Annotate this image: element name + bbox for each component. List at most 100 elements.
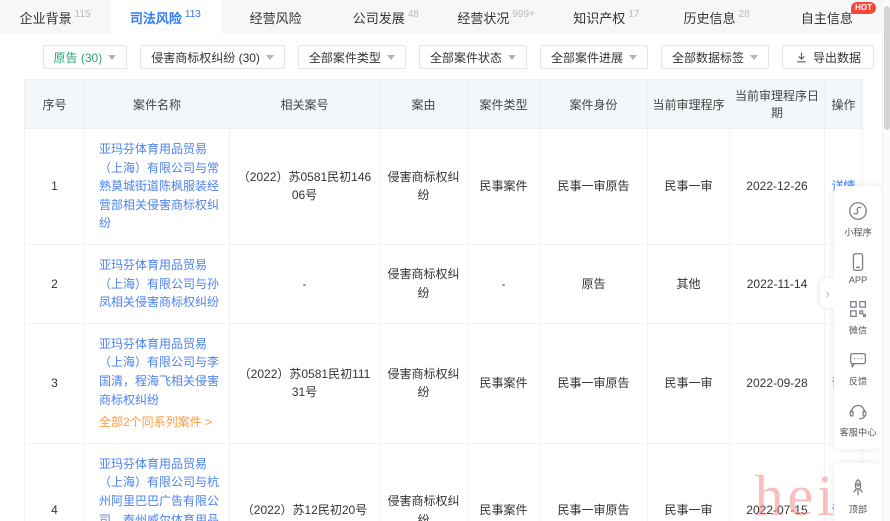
chevron-down-icon bbox=[750, 55, 758, 60]
identity-text: 原告 bbox=[581, 277, 605, 291]
toolbar-item-小程序[interactable]: 小程序 bbox=[834, 194, 882, 245]
tab-label: 公司发展 bbox=[353, 8, 405, 27]
table-row: 1 亚玛芬体育用品贸易（上海）有限公司与常熟莫城街道陈枫服装经营部相关侵害商标权… bbox=[25, 129, 863, 245]
chevron-down-icon bbox=[629, 55, 637, 60]
table-row: 3 亚玛芬体育用品贸易（上海）有限公司与李国清，程海飞相关侵害商标权纠纷 全部2… bbox=[25, 323, 863, 443]
toolbar-item-label: 顶部 bbox=[849, 502, 867, 516]
case-name-link[interactable]: 亚玛芬体育用品贸易（上海）有限公司与李国清，程海飞相关侵害商标权纠纷 bbox=[99, 337, 219, 407]
tab-operating-status[interactable]: 经营状况 999+ bbox=[441, 0, 551, 34]
cell-case-name: 亚玛芬体育用品贸易（上海）有限公司与李国清，程海飞相关侵害商标权纠纷 全部2个同… bbox=[85, 323, 230, 443]
cell-index: 3 bbox=[25, 323, 85, 443]
filter-label: 原告 (30) bbox=[54, 49, 103, 66]
filter-case-status[interactable]: 全部案件状态 bbox=[419, 45, 527, 69]
cell-case-name: 亚玛芬体育用品贸易（上海）有限公司与杭州阿里巴巴广告有限公司，泰州威尔体育用品有… bbox=[85, 443, 230, 521]
filter-cause[interactable]: 侵害商标权纠纷 (30) bbox=[140, 45, 285, 69]
service-icon bbox=[847, 400, 869, 422]
tab-count: 113 bbox=[185, 9, 201, 20]
table-row: 4 亚玛芬体育用品贸易（上海）有限公司与杭州阿里巴巴广告有限公司，泰州威尔体育用… bbox=[25, 443, 863, 521]
case-name-link[interactable]: 亚玛芬体育用品贸易（上海）有限公司与孙凤相关侵害商标权纠纷 bbox=[99, 258, 219, 309]
tab-company-development[interactable]: 公司发展 48 bbox=[331, 0, 441, 34]
table-header-row: 序号案件名称相关案号案由案件类型案件身份当前审理程序当前审理程序日期操作 bbox=[25, 80, 863, 129]
cell-case-type: 民事案件 bbox=[468, 323, 540, 443]
tab-intellectual-property[interactable]: 知识产权 17 bbox=[551, 0, 661, 34]
section-tab-bar: 企业背景 115 司法风险 113 经营风险 公司发展 48 经营状况 999+… bbox=[0, 0, 890, 34]
tab-history-info[interactable]: 历史信息 28 bbox=[662, 0, 772, 34]
cell-case-number: （2022）苏0581民初11131号 bbox=[230, 323, 380, 443]
toolbar-item-label: 客服中心 bbox=[840, 425, 877, 439]
miniprogram-icon bbox=[847, 200, 869, 222]
filter-label: 全部数据标签 bbox=[672, 49, 744, 66]
tab-count: 999+ bbox=[512, 9, 535, 20]
tab-label: 历史信息 bbox=[684, 8, 736, 27]
chevron-down-icon bbox=[266, 55, 274, 60]
toolbar-item-label: 反馈 bbox=[849, 374, 867, 388]
cell-case-type: 民事案件 bbox=[468, 129, 540, 245]
tab-label: 知识产权 bbox=[573, 8, 625, 27]
collapse-toolbar-handle[interactable]: › bbox=[820, 278, 835, 308]
cell-cause: 侵害商标权纠纷 bbox=[380, 443, 468, 521]
cell-procedure: 民事一审 bbox=[648, 443, 730, 521]
floating-toolbar: 小程序APP微信反馈客服中心 顶部 › bbox=[834, 186, 882, 521]
tab-company-background[interactable]: 企业背景 115 bbox=[0, 0, 110, 34]
rocket-icon bbox=[847, 477, 869, 499]
scrollbar-thumb[interactable] bbox=[884, 6, 890, 130]
filter-case-type[interactable]: 全部案件类型 bbox=[298, 45, 406, 69]
hot-badge: HOT bbox=[851, 2, 876, 14]
column-header: 序号 bbox=[25, 80, 85, 129]
cell-index: 2 bbox=[25, 244, 85, 323]
column-header: 当前审理程序 bbox=[648, 80, 730, 129]
tab-operating-risk[interactable]: 经营风险 bbox=[221, 0, 331, 34]
case-name-link[interactable]: 亚玛芬体育用品贸易（上海）有限公司与杭州阿里巴巴广告有限公司，泰州威尔体育用品有… bbox=[99, 457, 219, 521]
cell-identity: 原告 bbox=[540, 244, 648, 323]
case-name-link[interactable]: 亚玛芬体育用品贸易（上海）有限公司与常熟莫城街道陈枫服装经营部相关侵害商标权纠纷 bbox=[99, 142, 219, 230]
series-cases-link[interactable]: 全部2个同系列案件 > bbox=[99, 413, 212, 432]
cell-case-name: 亚玛芬体育用品贸易（上海）有限公司与常熟莫城街道陈枫服装经营部相关侵害商标权纠纷 bbox=[85, 129, 230, 245]
cell-identity: 民事一审原告 bbox=[540, 443, 648, 521]
toolbar-item-顶部[interactable]: 顶部 bbox=[834, 471, 882, 521]
tab-count: 115 bbox=[75, 9, 91, 20]
tab-count: 17 bbox=[628, 9, 639, 20]
chevron-right-icon: › bbox=[825, 286, 829, 301]
cell-case-type: 民事案件 bbox=[468, 443, 540, 521]
toolbar-item-客服中心[interactable]: 客服中心 bbox=[834, 394, 882, 445]
cell-procedure: 其他 bbox=[648, 244, 730, 323]
identity-text: 民事一审原告 bbox=[557, 179, 629, 193]
tab-count: 48 bbox=[408, 9, 419, 20]
page-scrollbar bbox=[882, 0, 890, 521]
download-icon bbox=[795, 51, 808, 64]
column-header: 案件类型 bbox=[468, 80, 540, 129]
filter-label: 全部案件状态 bbox=[430, 49, 502, 66]
column-header: 案件名称 bbox=[85, 80, 230, 129]
cell-index: 4 bbox=[25, 443, 85, 521]
cell-identity: 民事一审原告 bbox=[540, 129, 648, 245]
identity-text: 民事一审原告 bbox=[557, 376, 629, 390]
legal-risk-page: 企业背景 115 司法风险 113 经营风险 公司发展 48 经营状况 999+… bbox=[0, 0, 890, 521]
export-data-button[interactable]: 导出数据 bbox=[782, 45, 874, 69]
chevron-down-icon bbox=[508, 55, 516, 60]
cell-case-number: （2022）苏12民初20号 bbox=[230, 443, 380, 521]
tab-judicial-risk[interactable]: 司法风险 113 bbox=[110, 0, 220, 34]
cell-date: 2022-07-15 bbox=[730, 443, 825, 521]
identity-text: 民事一审原告 bbox=[557, 503, 629, 517]
toolbar-item-APP[interactable]: APP bbox=[834, 245, 882, 292]
toolbar-item-微信[interactable]: 微信 bbox=[834, 292, 882, 343]
cell-cause: 侵害商标权纠纷 bbox=[380, 244, 468, 323]
filter-data-tag[interactable]: 全部数据标签 bbox=[661, 45, 769, 69]
cell-case-name: 亚玛芬体育用品贸易（上海）有限公司与孙凤相关侵害商标权纠纷 bbox=[85, 244, 230, 323]
toolbar-main-card: 小程序 APP微信反馈客服中心 bbox=[834, 186, 882, 449]
tab-label: 经营风险 bbox=[250, 8, 302, 27]
cell-date: 2022-09-28 bbox=[730, 323, 825, 443]
toolbar-item-label: 小程序 bbox=[844, 225, 872, 239]
filter-case-progress[interactable]: 全部案件进展 bbox=[540, 45, 648, 69]
chevron-down-icon bbox=[108, 55, 116, 60]
case-table-body: 1 亚玛芬体育用品贸易（上海）有限公司与常熟莫城街道陈枫服装经营部相关侵害商标权… bbox=[25, 129, 863, 521]
cell-cause: 侵害商标权纠纷 bbox=[380, 323, 468, 443]
qrcode-icon bbox=[847, 298, 869, 320]
tab-self-info[interactable]: 自主信息 HOT bbox=[772, 0, 882, 34]
filter-plaintiff[interactable]: 原告 (30) bbox=[43, 45, 128, 69]
column-header: 操作 bbox=[825, 80, 863, 129]
cell-procedure: 民事一审 bbox=[648, 323, 730, 443]
export-label: 导出数据 bbox=[813, 49, 861, 66]
tab-label: 司法风险 bbox=[130, 8, 182, 27]
toolbar-item-反馈[interactable]: 反馈 bbox=[834, 343, 882, 394]
